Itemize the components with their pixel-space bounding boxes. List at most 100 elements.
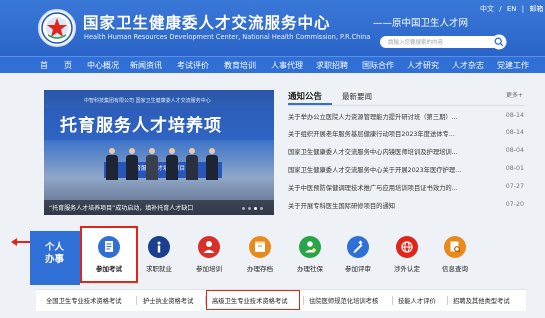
notice-item[interactable]: 关于举办公立医院人力资源管理能力提升研讨班（第三期）... 08-14 <box>288 112 524 124</box>
service-info-query[interactable]: 信息查询 <box>437 236 473 280</box>
notice-item[interactable]: 关于开展专科医生国际研修项目的通知 07-20 <box>288 201 524 213</box>
review-icon <box>347 236 369 258</box>
service-label: 参加考试 <box>96 265 122 273</box>
carousel-dot-active[interactable] <box>254 207 257 210</box>
carousel-dot[interactable] <box>242 207 245 210</box>
tab-separator <box>447 296 448 305</box>
service-foreign-cert[interactable]: 涉外认定 <box>389 236 425 280</box>
notice-title[interactable]: 关于举办公立医院人力资源管理能力提升研讨班（第三期）... <box>288 112 483 121</box>
carousel-dot[interactable] <box>248 207 251 210</box>
notice-divider <box>288 105 524 106</box>
top-link-sep: | <box>521 5 525 13</box>
notice-item[interactable]: 关于组织开展老年服务基层健康行动项目2023年度送体专... 08-14 <box>288 129 524 141</box>
page-root: 国家卫生健康委人才交流服务中心 Health Human Resources D… <box>0 0 545 318</box>
personal-services-label: 个人办事 <box>45 242 65 265</box>
tab-resident-training-exam[interactable]: 住院医师规范化培训考核 <box>309 296 378 305</box>
service-take-exam[interactable]: 参加考试 <box>91 236 127 280</box>
nav-item-magazine[interactable]: 人才杂志 <box>452 60 484 71</box>
service-archive[interactable]: 办理存档 <box>242 236 278 280</box>
top-links: 中文 / EN | 邮箱 <box>480 4 545 14</box>
service-label: 信息查询 <box>442 265 468 273</box>
person-figure <box>126 148 138 180</box>
person-icon <box>198 236 220 258</box>
tab-national-health-tech-exam[interactable]: 全国卫生专业技术资格考试 <box>46 296 122 305</box>
search-input[interactable]: 請輸入您要搜索的内容 <box>380 36 500 48</box>
service-label: 办理社保 <box>297 265 323 273</box>
tab-separator <box>303 296 304 305</box>
service-label: 涉外认定 <box>394 265 420 273</box>
notice-title[interactable]: 关于组织开展老年服务基层健康行动项目2023年度送体专... <box>288 129 483 138</box>
person-figure <box>106 148 118 180</box>
service-job-seeking[interactable]: 求职就业 <box>141 236 177 280</box>
person-badge-icon <box>299 236 321 258</box>
notice-date: 07-20 <box>505 201 524 208</box>
nav-item-exam[interactable]: 考试评价 <box>177 60 209 71</box>
notice-date: 08-14 <box>505 129 524 136</box>
site-header: 国家卫生健康委人才交流服务中心 Health Human Resources D… <box>0 0 545 56</box>
notice-date: 07-27 <box>505 183 524 190</box>
person-figure <box>186 148 198 180</box>
personal-services-tab[interactable]: 个人办事 <box>30 231 80 285</box>
search-doc-icon <box>444 236 466 258</box>
lang-cn-link[interactable]: 中文 <box>480 5 494 13</box>
tab-nurse-license-exam[interactable]: 护士执业资格考试 <box>143 296 193 305</box>
nav-item-home-2[interactable]: 页 <box>64 60 72 71</box>
annotation-arrow-head <box>11 238 17 246</box>
service-label: 求职就业 <box>146 265 172 273</box>
service-social-insurance[interactable]: 办理社保 <box>292 236 328 280</box>
carousel-caption[interactable]: “托育服务人才培养项目”成功启动，填补托育人才缺口 <box>49 203 193 212</box>
service-label: 办理存档 <box>247 265 273 273</box>
nav-item-party[interactable]: 党建工作 <box>497 60 529 71</box>
mailbox-link[interactable]: 邮箱 <box>529 5 543 13</box>
tab-skills-evaluation[interactable]: 技能人才评价 <box>398 296 436 305</box>
carousel-org-text: 中智科技集团有限公司 国家卫生健康委人才交流服务中心 <box>84 98 211 104</box>
tab-notices[interactable]: 通知公告 <box>288 90 322 102</box>
tab-recruitment-exam[interactable]: 招聘及其他类型考试 <box>453 296 510 305</box>
archive-icon <box>249 236 271 258</box>
main-nav: 首 页 中心概况 新闻资讯 考试评价 教育培训 人事代理 求职招聘 国际合作 人… <box>0 56 545 73</box>
globe-icon <box>396 236 418 258</box>
site-subtitle: ——原中国卫生人才网 <box>373 18 469 29</box>
notice-date: 08-01 <box>505 165 524 172</box>
more-link[interactable]: 更多+ <box>506 90 523 99</box>
notice-title[interactable]: 关于中医预防保健调理技术推广与应用培训项目证书效力的... <box>288 183 483 192</box>
top-link-sep: / <box>499 5 502 13</box>
notice-date: 08-14 <box>505 112 524 119</box>
notice-item[interactable]: 国家卫生健康委人才交流服务中心关于开展2023年医疗护理... 08-01 <box>288 165 524 177</box>
carousel-dot[interactable] <box>260 207 263 210</box>
search-icon <box>491 34 507 50</box>
tab-latest-news[interactable]: 最新要闻 <box>342 91 372 102</box>
nav-item-research[interactable]: 人才研究 <box>407 60 439 71</box>
site-title-en: Health Human Resources Development Cente… <box>84 33 371 41</box>
notice-title[interactable]: 国家卫生健康委人才交流服务中心关于开展2023年医疗护理... <box>288 165 483 174</box>
exam-icon <box>98 236 120 258</box>
nav-item-news[interactable]: 新闻资讯 <box>130 60 162 71</box>
tab-separator <box>136 296 137 305</box>
service-label: 参加培训 <box>196 265 222 273</box>
notice-date: 08-04 <box>505 147 524 154</box>
site-title-cn: 国家卫生健康委人才交流服务中心 <box>83 14 331 32</box>
service-training[interactable]: 参加培训 <box>191 236 227 280</box>
nav-item-international[interactable]: 国际合作 <box>362 60 394 71</box>
nav-item-home-1[interactable]: 首 <box>40 60 48 71</box>
nav-item-about[interactable]: 中心概况 <box>87 60 119 71</box>
logo-emblem-icon <box>41 12 73 44</box>
nav-item-training[interactable]: 教育培训 <box>224 60 256 71</box>
person-figure <box>166 148 178 180</box>
search-placeholder: 請輸入您要搜索的内容 <box>388 39 444 46</box>
person-figure <box>206 148 218 180</box>
info-icon <box>148 236 170 258</box>
nav-item-hr-agency[interactable]: 人事代理 <box>271 60 303 71</box>
service-review[interactable]: 参加评审 <box>340 236 376 280</box>
notice-item[interactable]: 关于中医预防保健调理技术推广与应用培训项目证书效力的... 07-27 <box>288 183 524 195</box>
tab-separator <box>392 296 393 305</box>
service-label: 参加评审 <box>345 265 371 273</box>
nav-item-jobs[interactable]: 求职招聘 <box>316 60 348 71</box>
notice-title[interactable]: 国家卫生健康委人才交流服务中心内镜医师培训及护理培训... <box>288 147 483 156</box>
notice-title[interactable]: 关于开展专科医生国际研修项目的通知 <box>288 201 483 210</box>
lang-en-link[interactable]: EN <box>507 5 517 13</box>
site-logo[interactable] <box>38 9 76 47</box>
search-button[interactable] <box>491 34 507 50</box>
news-carousel[interactable]: 中智科技集团有限公司 国家卫生健康委人才交流服务中心 托育服务人才培养项 托育服… <box>44 90 274 215</box>
notice-item[interactable]: 国家卫生健康委人才交流服务中心内镜医师培训及护理培训... 08-04 <box>288 147 524 159</box>
